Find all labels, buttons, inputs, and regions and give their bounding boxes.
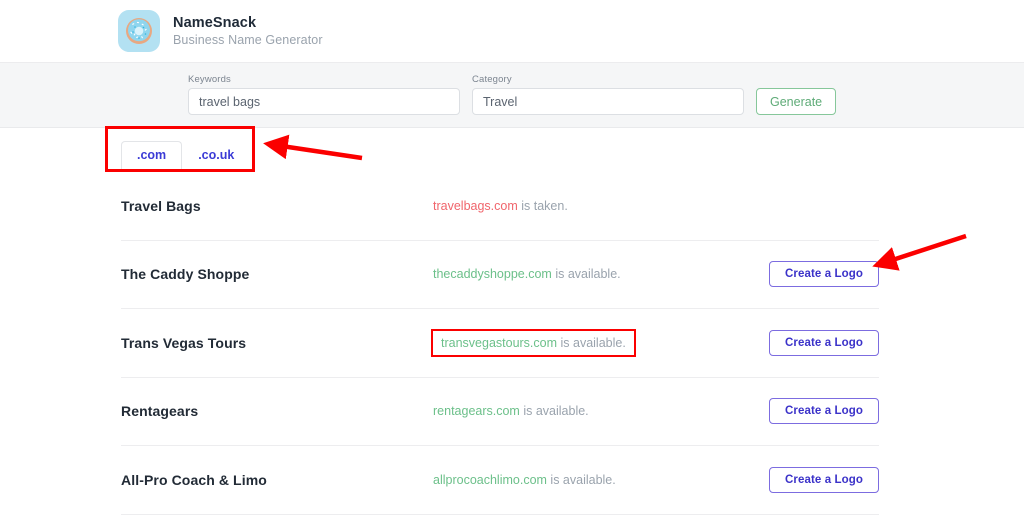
- tab-dot-co-uk[interactable]: .co.uk: [182, 141, 250, 171]
- result-name: Rentagears: [121, 403, 433, 419]
- app-title: NameSnack: [173, 14, 323, 32]
- domain-name: transvegastours.com: [441, 336, 557, 350]
- brand: NameSnack Business Name Generator: [118, 10, 323, 52]
- brand-text: NameSnack Business Name Generator: [173, 14, 323, 49]
- keywords-label: Keywords: [188, 74, 460, 85]
- keywords-input[interactable]: [188, 88, 460, 115]
- tld-tabs: .com .co.uk: [121, 128, 879, 171]
- domain-highlight-box: transvegastours.com is available.: [433, 331, 634, 355]
- create-logo-button[interactable]: Create a Logo: [769, 398, 879, 424]
- category-field-group: Category: [472, 74, 744, 115]
- result-action: Create a Logo: [767, 398, 879, 424]
- domain-name: thecaddyshoppe.com: [433, 267, 552, 281]
- create-logo-button[interactable]: Create a Logo: [769, 261, 879, 287]
- result-name: Travel Bags: [121, 198, 433, 214]
- availability-text: is available.: [557, 336, 626, 350]
- table-row: All-Pro Coach & Limo allprocoachlimo.com…: [121, 446, 879, 515]
- search-controls: Keywords Category Generate: [188, 74, 836, 115]
- generate-button[interactable]: Generate: [756, 88, 836, 115]
- result-action: Create a Logo: [767, 193, 879, 219]
- domain-name: travelbags.com: [433, 199, 518, 213]
- result-name: Trans Vegas Tours: [121, 335, 433, 351]
- result-status: travelbags.com is taken.: [433, 199, 767, 213]
- result-status: thecaddyshoppe.com is available.: [433, 267, 767, 281]
- availability-text: is available.: [552, 267, 621, 281]
- tab-dot-com[interactable]: .com: [121, 141, 182, 171]
- result-action: Create a Logo: [767, 467, 879, 493]
- table-row: The Caddy Shoppe thecaddyshoppe.com is a…: [121, 241, 879, 310]
- table-row: Trans Vegas Tours transvegastours.com is…: [121, 309, 879, 378]
- result-name: The Caddy Shoppe: [121, 266, 433, 282]
- result-status: transvegastours.com is available.: [433, 331, 767, 355]
- availability-text: is available.: [547, 473, 616, 487]
- category-input[interactable]: [472, 88, 744, 115]
- result-action: Create a Logo: [767, 330, 879, 356]
- results-list: Travel Bags travelbags.com is taken. Cre…: [121, 172, 879, 515]
- donut-icon: [118, 10, 160, 52]
- keywords-field-group: Keywords: [188, 74, 460, 115]
- results-section: .com .co.uk Travel Bags travelbags.com i…: [0, 128, 1024, 515]
- result-status: rentagears.com is available.: [433, 404, 767, 418]
- result-status: allprocoachlimo.com is available.: [433, 473, 767, 487]
- domain-name: allprocoachlimo.com: [433, 473, 547, 487]
- create-logo-button[interactable]: Create a Logo: [769, 467, 879, 493]
- create-logo-button[interactable]: Create a Logo: [769, 330, 879, 356]
- app-header: NameSnack Business Name Generator: [0, 0, 1024, 62]
- table-row: Rentagears rentagears.com is available. …: [121, 378, 879, 447]
- result-name: All-Pro Coach & Limo: [121, 472, 433, 488]
- search-band: Keywords Category Generate: [0, 62, 1024, 128]
- app-subtitle: Business Name Generator: [173, 33, 323, 49]
- domain-name: rentagears.com: [433, 404, 520, 418]
- result-action: Create a Logo: [767, 261, 879, 287]
- availability-text: is available.: [520, 404, 589, 418]
- table-row: Travel Bags travelbags.com is taken. Cre…: [121, 172, 879, 241]
- availability-text: is taken.: [518, 199, 568, 213]
- category-label: Category: [472, 74, 744, 85]
